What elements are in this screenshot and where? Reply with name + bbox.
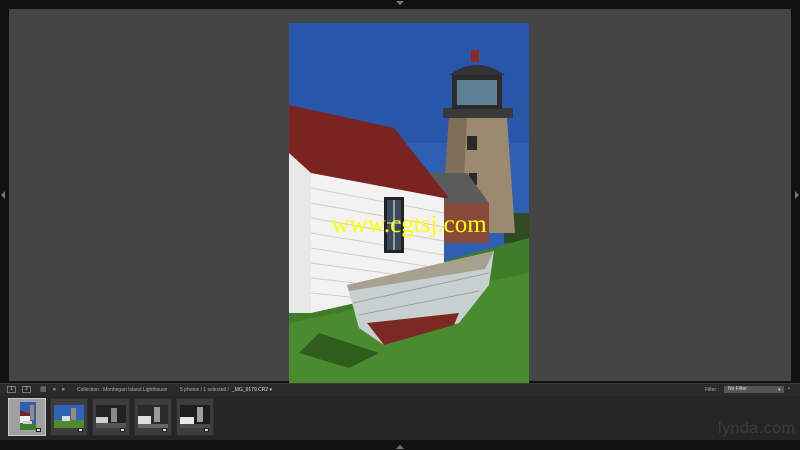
badge-icon bbox=[120, 428, 125, 432]
filename-label: _MG_9179.CR2 bbox=[232, 387, 269, 393]
filter-label: Filter : bbox=[705, 387, 719, 393]
monitor-2-button[interactable]: 2 bbox=[22, 386, 31, 393]
filter-select[interactable]: No Filter bbox=[724, 386, 784, 393]
badge-icon bbox=[36, 428, 41, 432]
filmstrip-thumbnail[interactable] bbox=[176, 398, 214, 436]
grid-icon[interactable]: ▦ bbox=[40, 386, 47, 393]
triangle-left-icon[interactable] bbox=[1, 191, 5, 199]
filmstrip bbox=[0, 396, 800, 440]
lighthouse-photo bbox=[289, 23, 529, 384]
filename-menu[interactable]: _MG_9179.CR2 ▾ bbox=[232, 387, 272, 393]
triangle-right-icon[interactable] bbox=[795, 191, 799, 199]
badge-icon bbox=[204, 428, 209, 432]
watermark-text: www.cgtsj.com bbox=[331, 211, 487, 238]
filmstrip-thumbnail[interactable] bbox=[50, 398, 88, 436]
thumbnail-image bbox=[138, 405, 168, 428]
thumbnail-image bbox=[96, 405, 126, 428]
triangle-up-icon[interactable] bbox=[396, 445, 404, 449]
chevron-down-icon: ▾ bbox=[778, 387, 781, 393]
collection-breadcrumb[interactable]: Collection : Monhegan Island Lighthouse bbox=[77, 387, 167, 393]
thumbnail-image bbox=[54, 405, 84, 428]
filmstrip-thumbnail[interactable] bbox=[92, 398, 130, 436]
lock-icon[interactable]: ▪ bbox=[788, 386, 790, 392]
filmstrip-thumbnail[interactable] bbox=[134, 398, 172, 436]
thumbnail-image bbox=[20, 402, 36, 430]
filmstrip-header: 1 2 ▦ ◂ ▸ Collection : Monhegan Island L… bbox=[0, 383, 800, 397]
arrow-left-icon[interactable]: ◂ bbox=[52, 386, 56, 393]
arrow-right-icon[interactable]: ▸ bbox=[62, 386, 66, 393]
photo-count: 5 photos / 1 selected / bbox=[180, 387, 229, 393]
loupe-workspace: www.cgtsj.com bbox=[9, 9, 791, 384]
monitor-1-button[interactable]: 1 bbox=[7, 386, 16, 393]
filmstrip-thumbnail[interactable] bbox=[8, 398, 46, 436]
thumbnail-image bbox=[180, 405, 210, 428]
triangle-down-icon[interactable] bbox=[396, 1, 404, 5]
main-photo[interactable]: www.cgtsj.com bbox=[289, 23, 529, 384]
lynda-logo: lynda.com bbox=[718, 420, 796, 437]
badge-icon bbox=[78, 428, 83, 432]
badge-icon bbox=[162, 428, 167, 432]
